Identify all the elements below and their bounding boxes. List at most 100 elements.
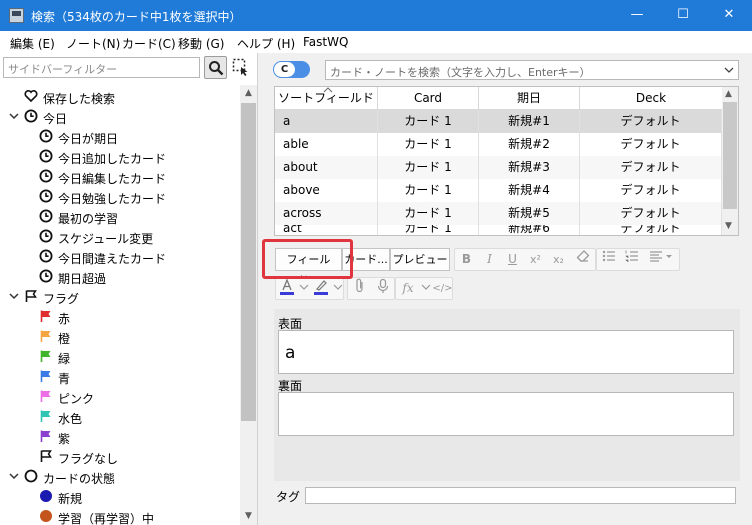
sidebar-search-button[interactable]	[204, 56, 227, 79]
front-field-input[interactable]: a	[278, 330, 734, 374]
chevron-down-icon[interactable]	[8, 109, 20, 123]
table-row[interactable]: across カード 1 新規#5 デフォルト	[275, 202, 722, 225]
table-header: ソートフィールド Card 期日 Deck	[275, 87, 722, 110]
align-left-icon	[650, 251, 672, 262]
sidebar-filter-input[interactable]: サイドバーフィルター	[3, 57, 200, 78]
heart-icon	[24, 89, 38, 103]
clock-icon	[39, 209, 53, 223]
cell-sort-field: act	[275, 225, 378, 235]
eraser-button[interactable]	[570, 249, 595, 270]
media-format-group	[347, 277, 395, 300]
cell-sort-field: above	[275, 179, 378, 202]
tags-input[interactable]	[305, 487, 736, 504]
red-flag-icon	[39, 309, 53, 323]
sidebar-item-label: 赤	[58, 312, 71, 326]
clock-icon	[24, 109, 38, 123]
scrollbar-thumb[interactable]	[723, 102, 737, 209]
chevron-down-icon[interactable]	[8, 469, 20, 483]
scroll-down-icon[interactable]: ▼	[725, 221, 732, 231]
editor-fields-area: 表面 a 裏面	[274, 309, 740, 481]
scroll-up-icon[interactable]: ▲	[244, 89, 253, 98]
highlight-color-button[interactable]	[310, 278, 332, 299]
numbered-list-icon	[625, 250, 638, 262]
cell-due: 新規#1	[479, 110, 580, 133]
table-row[interactable]: about カード 1 新規#3 デフォルト	[275, 156, 722, 179]
bullet-list-button[interactable]	[597, 249, 620, 270]
sidebar-item-label: スケジュール変更	[58, 232, 154, 246]
mathjax-dropdown[interactable]	[420, 278, 432, 299]
tags-label: タグ	[276, 490, 301, 504]
select-tool-button[interactable]	[232, 58, 250, 76]
text-color-button[interactable]	[276, 278, 298, 299]
subscript-button[interactable]: x₂	[547, 249, 570, 270]
superscript-button[interactable]: x²	[524, 249, 547, 270]
search-input[interactable]: カード・ノートを検索（文字を入力し、Enterキー）	[325, 60, 739, 80]
menu-bar: 編集 (E) ノート(N) カード(C) 移動 (G) ヘルプ (H) Fast…	[0, 31, 752, 53]
mathjax-button[interactable]: fx	[396, 278, 420, 299]
cards-button[interactable]: カード...	[342, 248, 390, 271]
menu-edit[interactable]: 編集 (E)	[10, 35, 55, 52]
cell-card: カード 1	[378, 110, 479, 133]
clock-icon	[39, 149, 53, 163]
orange-flag-icon	[39, 329, 53, 343]
cards-notes-toggle[interactable]: C	[273, 61, 310, 78]
table-row[interactable]: act カード 1 新規#6 デフォルト	[275, 225, 722, 235]
new-card-dot-icon	[39, 489, 53, 503]
italic-button[interactable]: I	[478, 249, 501, 270]
turquoise-flag-icon	[39, 409, 53, 423]
back-field-input[interactable]	[278, 392, 734, 436]
fields-button[interactable]: フィールド...	[275, 248, 342, 287]
chevron-down-icon[interactable]	[8, 289, 20, 303]
table-row[interactable]: a カード 1 新規#1 デフォルト	[275, 110, 722, 133]
paperclip-icon	[355, 278, 363, 293]
highlight-color-dropdown[interactable]	[332, 278, 344, 299]
scroll-down-icon[interactable]: ▼	[244, 512, 253, 521]
record-audio-button[interactable]	[371, 278, 394, 299]
chevron-down-icon[interactable]	[724, 65, 734, 75]
sidebar-item-label: 今日	[43, 112, 68, 126]
sidebar-item-label: フラグ	[43, 292, 80, 306]
menu-help[interactable]: ヘルプ (H)	[237, 35, 295, 52]
underline-button[interactable]: U	[501, 249, 524, 270]
table-scrollbar[interactable]: ▲ ▼	[722, 87, 738, 235]
purple-flag-icon	[39, 429, 53, 443]
scroll-up-icon[interactable]: ▲	[725, 89, 732, 99]
html-editor-button[interactable]: </>	[432, 278, 453, 299]
close-button[interactable]: ✕	[706, 0, 752, 31]
menu-fastwq[interactable]: FastWQ	[303, 35, 348, 49]
column-header-deck[interactable]: Deck	[580, 87, 722, 110]
alignment-button[interactable]	[643, 249, 679, 270]
window-title: 検索（534枚のカード中1枚を選択中）	[31, 10, 242, 24]
bold-button[interactable]: B	[455, 249, 478, 270]
flag-icon	[39, 449, 53, 463]
microphone-icon	[377, 278, 388, 293]
text-color-dropdown[interactable]	[298, 278, 310, 299]
sidebar-item-label: 水色	[58, 412, 83, 426]
cell-due: 新規#2	[479, 133, 580, 156]
bullet-list-icon	[602, 250, 615, 262]
card-table: ソートフィールド Card 期日 Deck a カード 1 新規#1 デフォルト…	[274, 86, 739, 236]
sidebar-item-label: ピンク	[58, 392, 95, 406]
cell-deck: デフォルト	[580, 156, 722, 179]
front-field-value: a	[285, 343, 296, 363]
list-format-group	[596, 248, 680, 271]
menu-go[interactable]: 移動 (G)	[178, 35, 224, 52]
sidebar-scrollbar[interactable]: ▲ ▼	[240, 85, 257, 525]
maximize-button[interactable]: ☐	[660, 0, 706, 31]
table-row[interactable]: able カード 1 新規#2 デフォルト	[275, 133, 722, 156]
scrollbar-thumb[interactable]	[241, 103, 256, 421]
menu-notes[interactable]: ノート(N)	[66, 35, 120, 52]
column-header-due[interactable]: 期日	[479, 87, 580, 110]
attach-button[interactable]	[348, 278, 371, 299]
chevron-down-icon	[299, 284, 309, 290]
sidebar-item-label: フラグなし	[58, 452, 119, 466]
cell-deck: デフォルト	[580, 179, 722, 202]
menu-cards[interactable]: カード(C)	[122, 35, 176, 52]
preview-button[interactable]: プレビュー	[390, 248, 450, 271]
minimize-button[interactable]: —	[614, 0, 660, 31]
column-header-card[interactable]: Card	[378, 87, 479, 110]
search-placeholder: カード・ノートを検索（文字を入力し、Enterキー）	[330, 66, 591, 79]
sidebar-item-label: 最初の学習	[58, 212, 119, 226]
table-row[interactable]: above カード 1 新規#4 デフォルト	[275, 179, 722, 202]
numbered-list-button[interactable]	[620, 249, 643, 270]
